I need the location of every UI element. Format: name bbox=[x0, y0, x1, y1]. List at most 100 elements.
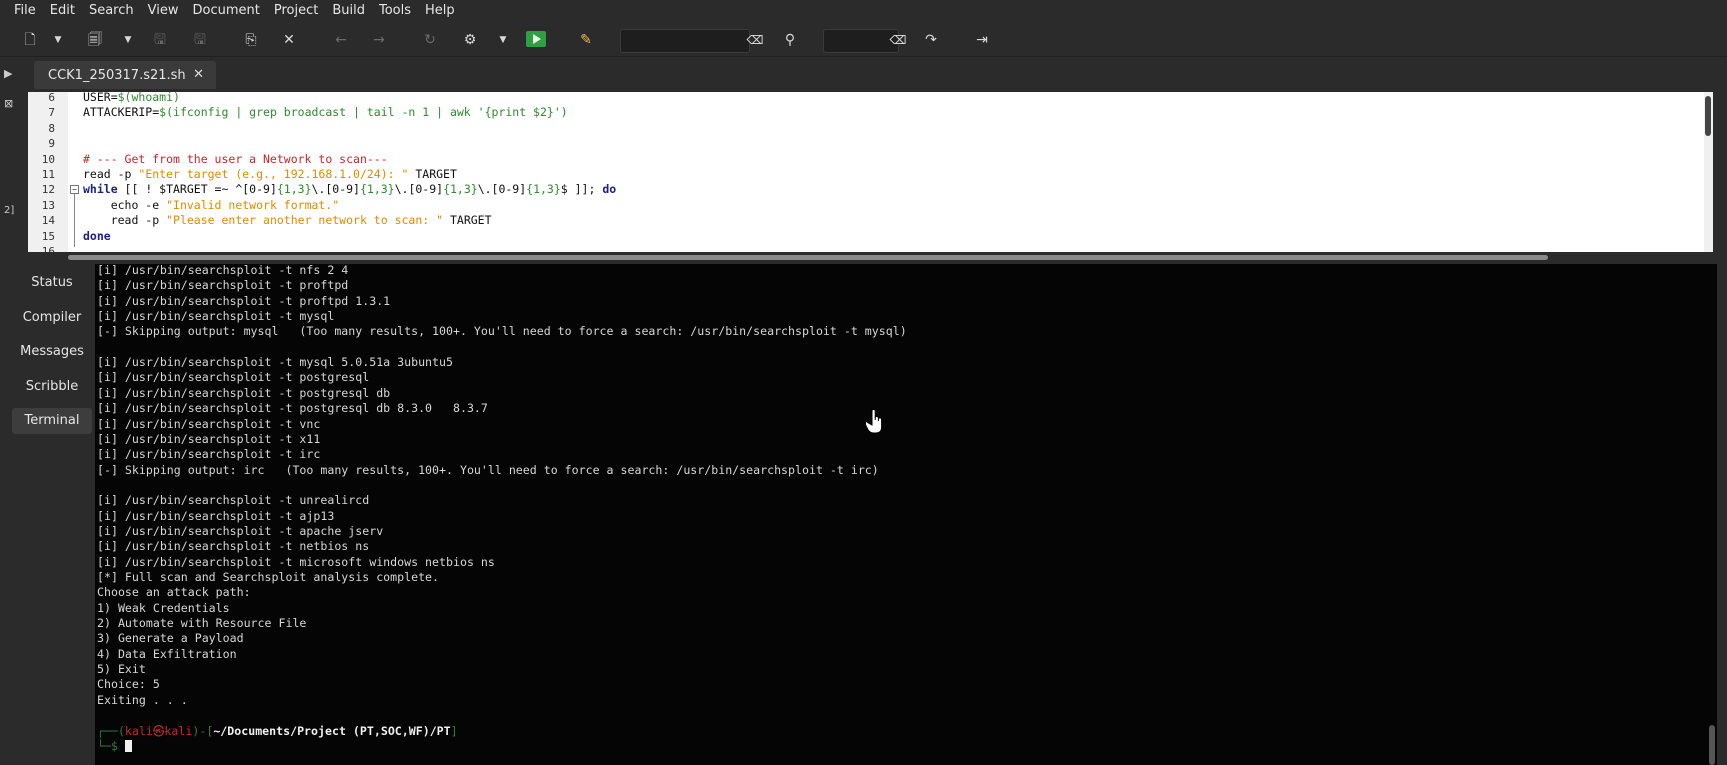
fold-toggle-icon[interactable]: − bbox=[70, 185, 79, 195]
terminal-line: 1) Weak Credentials bbox=[97, 600, 230, 615]
terminal-line: Exiting . . . bbox=[97, 692, 188, 707]
menu-item-file[interactable]: File bbox=[0, 0, 43, 22]
menu-bar: File Edit Search View Document Project Build To… bbox=[0, 0, 1727, 22]
line-number: 10 bbox=[41, 152, 55, 166]
terminal-line: [i] /usr/bin/searchsploit -t mysql 5.0.5… bbox=[97, 355, 453, 370]
tab-messages[interactable]: Messages bbox=[12, 339, 92, 365]
code-token: TARGET bbox=[408, 167, 457, 181]
dropdown-icon[interactable]: ▼ bbox=[122, 30, 134, 50]
code-text: echo -e "Invalid network format." bbox=[83, 197, 340, 213]
code-token: ATTACKERIP= bbox=[83, 105, 160, 120]
close-icon[interactable]: ✕ bbox=[279, 30, 299, 50]
forward-icon[interactable]: → bbox=[369, 30, 389, 50]
code-line: 16 bbox=[28, 244, 1713, 252]
terminal-line: [i] /usr/bin/searchsploit -t unrealircd bbox=[97, 493, 370, 508]
editor-horizontal-scrollbar[interactable] bbox=[28, 252, 1713, 262]
terminal-line: [*] Full scan and Searchsploit analysis … bbox=[97, 570, 440, 584]
line-number: 15 bbox=[41, 229, 55, 243]
sidebar-toggle-icon[interactable]: ▶ bbox=[4, 67, 12, 80]
code-editor[interactable]: 6 USER=$(whoami) 7 ATTACKERIP=$(ifconfig | … bbox=[28, 92, 1713, 252]
terminal-line: 2) Automate with Resource File bbox=[97, 616, 307, 631]
close-tab-icon[interactable]: ✕ bbox=[193, 67, 204, 82]
prompt-bracket-mid: )-[ bbox=[192, 723, 214, 738]
line-number: 6 bbox=[48, 92, 55, 104]
code-token: [[ ! $TARGET =~ ^[0-9] bbox=[117, 182, 277, 197]
code-text: read -p "Please enter another network to… bbox=[83, 213, 492, 228]
color-picker-icon[interactable]: ✎ bbox=[576, 30, 596, 50]
back-icon[interactable]: ← bbox=[331, 30, 351, 50]
terminal-line: [i] /usr/bin/searchsploit -t irc bbox=[97, 447, 321, 462]
tab-terminal[interactable]: Terminal bbox=[12, 408, 92, 434]
dropdown-icon[interactable]: ▼ bbox=[497, 30, 509, 50]
prompt-input-line[interactable]: └─$ bbox=[97, 739, 132, 754]
prompt-user: kali㉿kali bbox=[124, 723, 193, 738]
editor-tab[interactable]: CCK1_250317.s21.sh ✕ bbox=[34, 61, 216, 89]
code-line: 6 USER=$(whoami) bbox=[28, 92, 1713, 105]
close-panel-icon[interactable]: ⊠ bbox=[4, 97, 13, 110]
search-icon[interactable]: ⚲ bbox=[780, 30, 800, 50]
terminal[interactable]: [i] /usr/bin/searchsploit -t nfs 2 4 [i] … bbox=[95, 264, 1717, 765]
terminal-line: Choice: 5 bbox=[97, 677, 160, 692]
menu-item-document[interactable]: Document bbox=[185, 0, 266, 22]
jump-to-line-icon[interactable]: ↷ bbox=[921, 30, 941, 50]
terminal-scrollbar[interactable] bbox=[1709, 725, 1715, 765]
terminal-line: [i] /usr/bin/searchsploit -t mysql bbox=[97, 309, 335, 324]
code-token: \.[0-9] bbox=[394, 182, 444, 197]
save-all-icon[interactable]: 🖫 bbox=[190, 30, 210, 50]
code-line: 8 bbox=[28, 121, 1713, 136]
clear-goto-icon[interactable]: ⌫ bbox=[889, 31, 907, 49]
menu-item-help[interactable]: Help bbox=[418, 0, 462, 22]
terminal-line: [i] /usr/bin/searchsploit -t apache jser… bbox=[97, 523, 384, 538]
code-line: 10 # --- Get from the user a Network to s… bbox=[28, 152, 1713, 167]
code-token: while bbox=[83, 182, 118, 197]
open-file-icon[interactable]: 🗐 bbox=[85, 30, 105, 50]
side-label: 2] bbox=[4, 205, 15, 216]
new-file-icon[interactable]: 🗋 bbox=[20, 30, 40, 50]
terminal-line: 4) Data Exfiltration bbox=[97, 646, 237, 661]
hand-cursor-icon bbox=[866, 409, 883, 434]
menu-item-project[interactable]: Project bbox=[267, 0, 325, 22]
reload-icon[interactable]: ↻ bbox=[420, 30, 440, 50]
code-token: {1,3} bbox=[526, 182, 561, 197]
run-icon[interactable] bbox=[526, 31, 546, 47]
code-token: read -p bbox=[83, 213, 167, 228]
terminal-line: 5) Exit bbox=[97, 662, 146, 677]
terminal-line: [i] /usr/bin/searchsploit -t proftpd bbox=[97, 278, 349, 293]
menu-item-build[interactable]: Build bbox=[325, 0, 372, 22]
line-number: 13 bbox=[41, 198, 55, 212]
line-number: 12 bbox=[41, 183, 55, 197]
terminal-line: [i] /usr/bin/searchsploit -t postgresql … bbox=[97, 401, 488, 416]
terminal-line: [-] Skipping output: mysql (Too many res… bbox=[97, 324, 907, 339]
quit-icon[interactable]: ⇥ bbox=[972, 30, 992, 50]
goto-line-input[interactable] bbox=[823, 29, 899, 53]
menu-item-tools[interactable]: Tools bbox=[372, 0, 418, 22]
clear-search-icon[interactable]: ⌫ bbox=[746, 31, 764, 49]
code-token: done bbox=[83, 228, 111, 243]
code-token: \.[0-9] bbox=[477, 182, 527, 197]
line-number: 16 bbox=[41, 245, 55, 252]
build-gear-icon[interactable]: ⚙ bbox=[460, 30, 480, 50]
menu-item-search[interactable]: Search bbox=[82, 0, 141, 22]
menu-item-view[interactable]: View bbox=[141, 0, 186, 22]
tab-compiler[interactable]: Compiler bbox=[12, 305, 92, 331]
code-token: $(whoami) bbox=[117, 92, 180, 104]
code-token: "Invalid network format." bbox=[166, 197, 340, 212]
code-line: 13 echo -e "Invalid network format." bbox=[28, 198, 1713, 213]
menu-item-edit[interactable]: Edit bbox=[43, 0, 82, 22]
code-token: {1,3} bbox=[276, 182, 312, 197]
code-token: # --- Get from the user a Network to sca… bbox=[83, 151, 388, 166]
save-icon[interactable]: 🖫 bbox=[150, 30, 170, 50]
code-text: done bbox=[83, 229, 111, 244]
line-number: 14 bbox=[41, 214, 55, 228]
tab-status[interactable]: Status bbox=[12, 270, 92, 296]
search-input[interactable] bbox=[620, 29, 750, 53]
code-token: "Enter target (e.g., 192.168.1.0/24): " bbox=[138, 167, 409, 181]
tab-scribble[interactable]: Scribble bbox=[12, 374, 92, 400]
terminal-line: [-] Skipping output: irc (Too many resul… bbox=[97, 462, 879, 477]
code-text: # --- Get from the user a Network to sca… bbox=[83, 152, 388, 167]
revert-icon[interactable]: ⎘ bbox=[241, 30, 261, 50]
code-line: 7 ATTACKERIP=$(ifconfig | grep broadcast … bbox=[28, 105, 1713, 120]
terminal-line: 3) Generate a Payload bbox=[97, 631, 244, 646]
dropdown-icon[interactable]: ▼ bbox=[52, 30, 64, 50]
terminal-line: [i] /usr/bin/searchsploit -t nfs 2 4 bbox=[97, 264, 349, 277]
